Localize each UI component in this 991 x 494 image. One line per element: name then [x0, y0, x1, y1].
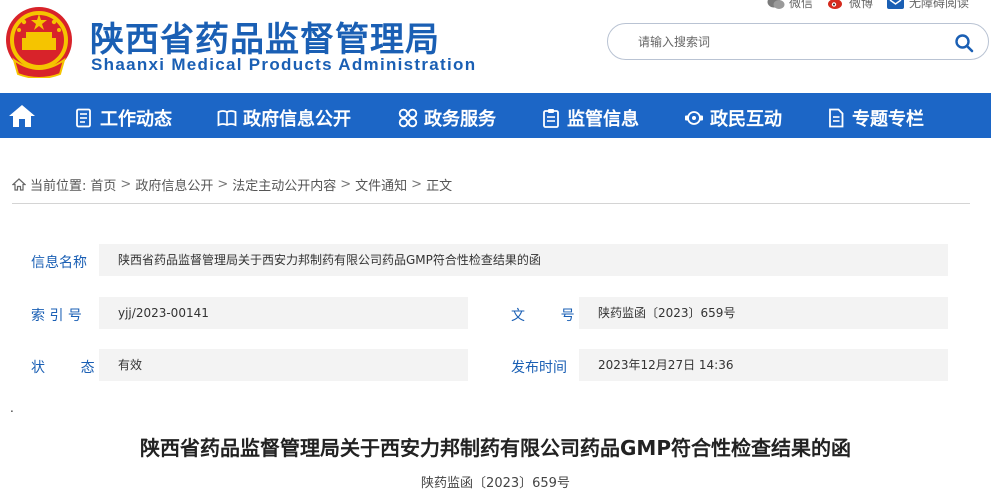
info-date-value: 2023年12月27日 14:36 [579, 349, 948, 381]
nav-item-special-topics[interactable]: 专题专栏 [826, 105, 924, 131]
nav-item-work-news[interactable]: 工作动态 [74, 105, 172, 131]
document-list-icon [76, 108, 91, 128]
document-title: 陕西省药品监督管理局关于西安力邦制药有限公司药品GMP符合性检查结果的函 [140, 436, 851, 460]
site-title-cn[interactable]: 陕西省药品监督管理局 [90, 12, 440, 61]
grid-circles-icon [398, 108, 418, 128]
breadcrumb-divider [12, 203, 970, 204]
search-box [607, 23, 989, 60]
site-title-en: Shaanxi Medical Products Administration [91, 55, 477, 74]
nav-item-supervision[interactable]: 监管信息 [541, 105, 639, 131]
breadcrumb-prefix: 当前位置: [30, 179, 87, 194]
breadcrumb-current: 正文 [426, 179, 453, 194]
nav-label: 工作动态 [100, 109, 172, 130]
stray-dot: . [10, 401, 14, 415]
breadcrumb-separator: > [340, 177, 352, 192]
document-number: 陕药监函〔2023〕659号 [421, 476, 570, 491]
breadcrumb-home[interactable]: 首页 [90, 175, 116, 194]
clipboard-icon [543, 109, 559, 128]
breadcrumb-separator: > [120, 177, 132, 192]
national-emblem-logo [6, 7, 72, 78]
home-icon [9, 104, 35, 127]
info-date-label: 发布时间 [511, 360, 567, 376]
info-index-value: yjj/2023-00141 [99, 297, 468, 329]
nav-item-interaction[interactable]: 政民互动 [684, 105, 782, 131]
nav-label: 政府信息公开 [243, 109, 351, 130]
breadcrumb-separator: > [411, 177, 423, 192]
nav-label: 专题专栏 [852, 109, 924, 130]
nav-item-gov-info[interactable]: 政府信息公开 [217, 105, 351, 131]
breadcrumb-separator: > [217, 177, 229, 192]
info-status-label: 状 态 [31, 360, 95, 376]
nav-label: 政务服务 [424, 109, 496, 130]
nav-label: 政民互动 [710, 109, 782, 130]
info-docno-label: 文 号 [511, 308, 575, 324]
info-index-label: 索 引 号 [31, 308, 82, 324]
info-name-value: 陕西省药品监督管理局关于西安力邦制药有限公司药品GMP符合性检查结果的函 [99, 244, 948, 276]
site-header: 陕西省药品监督管理局 Shaanxi Medical Products Admi… [0, 0, 991, 93]
search-icon[interactable] [954, 33, 974, 53]
breadcrumb-notices[interactable]: 文件通知 [355, 175, 407, 194]
search-input[interactable] [638, 32, 938, 52]
breadcrumb: 当前位置: 首页 > 政府信息公开 > 法定主动公开内容 > 文件通知 > 正文 [12, 175, 452, 194]
info-docno-value: 陕药监函〔2023〕659号 [579, 297, 948, 329]
home-small-icon [12, 178, 26, 191]
breadcrumb-gov-info[interactable]: 政府信息公开 [135, 175, 213, 194]
info-name-label: 信息名称 [31, 255, 87, 271]
nav-item-gov-services[interactable]: 政务服务 [398, 105, 496, 131]
book-icon [217, 110, 237, 127]
main-nav: 工作动态 政府信息公开 政务服务 监管信息 政民互动 专题专栏 [0, 93, 991, 138]
interaction-icon [685, 111, 703, 125]
nav-label: 监管信息 [567, 109, 639, 130]
nav-home[interactable] [0, 93, 44, 138]
breadcrumb-mandatory-disclosure[interactable]: 法定主动公开内容 [232, 175, 336, 194]
file-icon [829, 108, 844, 128]
info-status-value: 有效 [99, 349, 468, 381]
